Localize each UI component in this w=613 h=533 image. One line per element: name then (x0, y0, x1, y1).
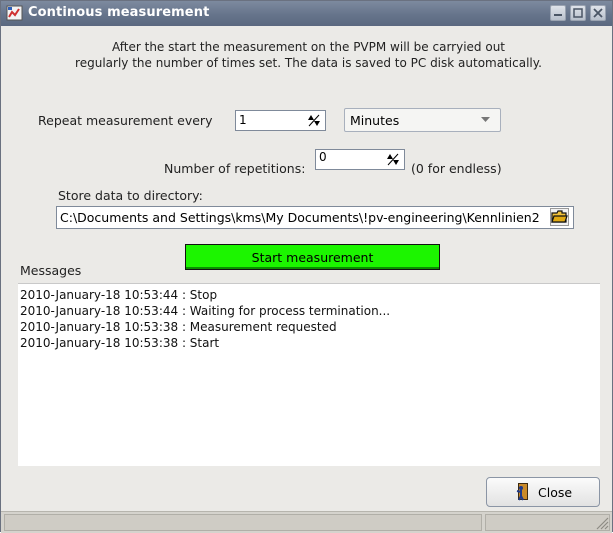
description-line-1: After the start the measurement on the P… (111, 40, 506, 54)
list-item: 2010-January-18 10:53:44 : Waiting for p… (20, 304, 391, 318)
interval-unit-select[interactable]: Minutes (344, 108, 501, 132)
exit-door-icon (516, 483, 528, 501)
interval-unit-value: Minutes (350, 113, 400, 128)
title-bar[interactable]: Continous measurement (1, 1, 612, 26)
directory-value: C:\Documents and Settings\kms\My Documen… (60, 210, 540, 225)
repeat-interval-stepper[interactable]: 1 (235, 110, 326, 131)
start-measurement-button[interactable]: Start measurement (185, 244, 440, 270)
close-button[interactable]: Close (486, 477, 600, 507)
status-bar (1, 511, 612, 533)
folder-open-icon[interactable] (550, 208, 569, 226)
resize-grip-icon[interactable] (595, 516, 609, 530)
messages-list[interactable]: 2010-January-18 10:53:44 : Stop 2010-Jan… (18, 283, 600, 466)
app-icon (6, 5, 23, 21)
list-item: 2010-January-18 10:53:38 : Start (20, 336, 220, 350)
status-pane (4, 514, 482, 531)
repetitions-stepper[interactable]: 0 (315, 149, 405, 170)
maximize-button[interactable] (570, 5, 586, 21)
list-item: 2010-January-18 10:53:38 : Measurement r… (20, 320, 337, 334)
repetitions-value: 0 (319, 150, 327, 164)
repeat-interval-value: 1 (239, 113, 247, 127)
repetitions-hint: (0 for endless) (411, 161, 502, 176)
status-pane (485, 514, 610, 531)
repeat-label: Repeat measurement every (38, 113, 213, 128)
spin-arrows-icon[interactable] (385, 152, 401, 167)
minimize-button[interactable] (550, 5, 566, 21)
close-button-label: Close (538, 485, 573, 500)
directory-field[interactable]: C:\Documents and Settings\kms\My Documen… (56, 206, 574, 229)
close-window-button[interactable] (590, 5, 606, 21)
window-title: Continous measurement (28, 5, 210, 20)
repetitions-label: Number of repetitions: (164, 161, 306, 176)
list-item: 2010-January-18 10:53:44 : Stop (20, 288, 218, 302)
messages-label: Messages (20, 263, 82, 278)
continuous-measurement-window: Continous measurement After the start th… (0, 0, 613, 533)
description-line-2: regularly the number of times set. The d… (75, 56, 542, 70)
spin-arrows-icon[interactable] (306, 113, 322, 128)
directory-label: Store data to directory: (58, 188, 203, 203)
chevron-down-icon (481, 117, 490, 122)
start-measurement-label: Start measurement (251, 250, 374, 265)
